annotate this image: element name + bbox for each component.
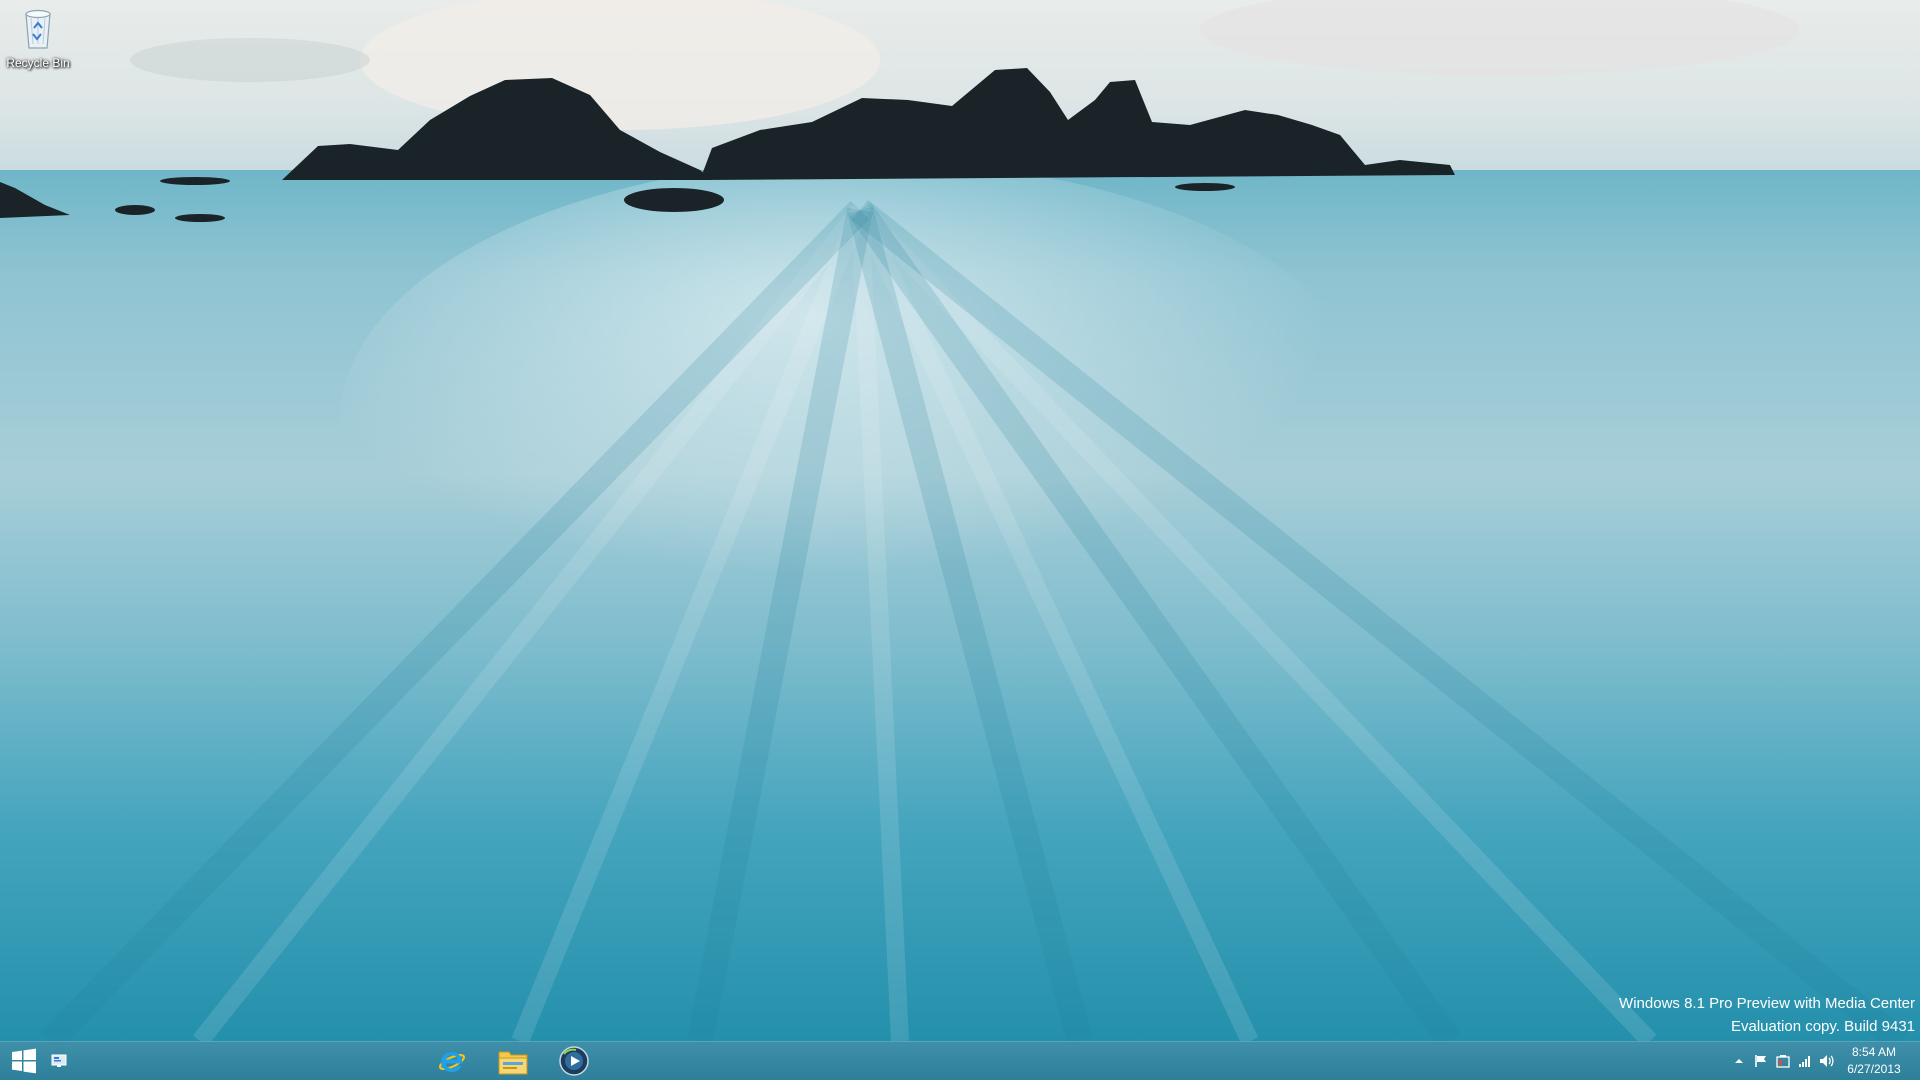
power-status-button[interactable] (1772, 1042, 1794, 1080)
show-desktop-button[interactable] (1910, 1042, 1920, 1080)
action-center-button[interactable] (1750, 1042, 1772, 1080)
show-hidden-icons-button[interactable] (1728, 1042, 1750, 1080)
watermark-build: Evaluation copy. Build 9431 (1730, 1018, 1915, 1035)
desktop-background[interactable]: Recycle Bin Windows 8.1 Pro Preview with… (0, 0, 1920, 1041)
clock-time: 8:54 AM (1851, 1045, 1897, 1059)
media-center-icon (559, 1046, 589, 1076)
action-center-flag-icon (1755, 1055, 1766, 1067)
chevron-up-icon (1735, 1059, 1743, 1063)
recycle-bin-icon (4, 6, 72, 55)
recycle-bin-shortcut[interactable]: Recycle Bin (4, 6, 72, 70)
clock[interactable]: 8:54 AM 6/27/2013 (1838, 1042, 1910, 1080)
watermark-edition: Windows 8.1 Pro Preview with Media Cente… (1619, 995, 1915, 1012)
power-icon (1776, 1055, 1790, 1068)
taskbar-app-internet-explorer[interactable] (426, 1042, 478, 1080)
desktop-icon (51, 1054, 67, 1067)
volume-button[interactable] (1816, 1042, 1838, 1080)
taskbar-app-media-center[interactable] (548, 1042, 600, 1080)
notification-area: 8:54 AM 6/27/2013 (1728, 1042, 1920, 1080)
taskbar: 8:54 AM 6/27/2013 (0, 1041, 1920, 1080)
clock-date: 6/27/2013 (1847, 1062, 1901, 1076)
recycle-bin-label: Recycle Bin (6, 56, 70, 70)
internet-explorer-icon (438, 1052, 466, 1072)
network-button[interactable] (1794, 1042, 1816, 1080)
network-signal-icon (1799, 1056, 1810, 1067)
windows-logo-icon (12, 1048, 36, 1074)
start-button[interactable] (0, 1042, 48, 1080)
taskbar-app-file-explorer[interactable] (487, 1042, 539, 1080)
file-explorer-icon (498, 1051, 528, 1075)
wallpaper-image (0, 0, 1920, 1041)
speaker-icon (1820, 1055, 1834, 1067)
desktop-shortcut-button[interactable] (48, 1042, 70, 1080)
evaluation-watermark: Windows 8.1 Pro Preview with Media Cente… (1619, 992, 1915, 1038)
